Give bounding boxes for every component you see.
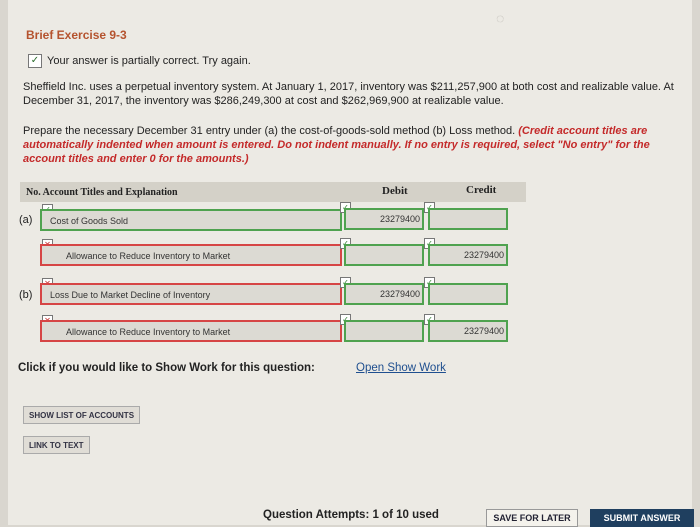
journal-table-header: No. Account Titles and Explanation Debit…: [20, 182, 526, 202]
loading-icon: ◌: [496, 10, 505, 26]
link-to-text-button[interactable]: LINK TO TEXT: [23, 436, 90, 454]
checkmark-icon: ✓: [28, 54, 42, 68]
show-list-of-accounts-button[interactable]: SHOW LIST OF ACCOUNTS: [23, 406, 141, 424]
open-show-work-link[interactable]: Open Show Work: [356, 362, 446, 374]
header-account: No. Account Titles and Explanation: [26, 187, 178, 198]
entry-label-b: (b): [19, 289, 33, 301]
credit-field-row3[interactable]: [428, 283, 508, 305]
debit-field-row3[interactable]: 23279400: [344, 283, 424, 305]
status-text: Your answer is partially correct. Try ag…: [47, 55, 251, 67]
credit-field-row2[interactable]: 23279400: [428, 244, 508, 266]
instructions-main: Prepare the necessary December 31 entry …: [23, 125, 519, 137]
submit-answer-button[interactable]: SUBMIT ANSWER: [590, 509, 694, 527]
header-debit: Debit: [382, 185, 408, 197]
save-for-later-button[interactable]: SAVE FOR LATER: [486, 509, 578, 527]
exercise-title: Brief Exercise 9-3: [26, 28, 127, 42]
problem-text: Sheffield Inc. uses a perpetual inventor…: [23, 81, 674, 107]
account-field-row3[interactable]: Loss Due to Market Decline of Inventory: [40, 283, 342, 305]
show-work-prompt: Click if you would like to Show Work for…: [18, 362, 315, 374]
debit-field-row2[interactable]: [344, 244, 424, 266]
entry-label-a: (a): [19, 214, 33, 226]
debit-field-row4[interactable]: [344, 320, 424, 342]
debit-field-row1[interactable]: 23279400: [344, 208, 424, 230]
account-field-row1[interactable]: Cost of Goods Sold: [40, 209, 342, 231]
header-credit: Credit: [466, 184, 497, 196]
partial-correct-notice: ✓ Your answer is partially correct. Try …: [28, 54, 251, 68]
exercise-panel: ◌ Brief Exercise 9-3 ✓ Your answer is pa…: [8, 0, 694, 527]
credit-field-row4[interactable]: 23279400: [428, 320, 508, 342]
account-field-row2[interactable]: Allowance to Reduce Inventory to Market: [40, 244, 342, 266]
attempts-counter: Question Attempts: 1 of 10 used: [263, 509, 439, 521]
credit-field-row1[interactable]: [428, 208, 508, 230]
instructions: Prepare the necessary December 31 entry …: [23, 124, 688, 166]
account-field-row4[interactable]: Allowance to Reduce Inventory to Market: [40, 320, 342, 342]
